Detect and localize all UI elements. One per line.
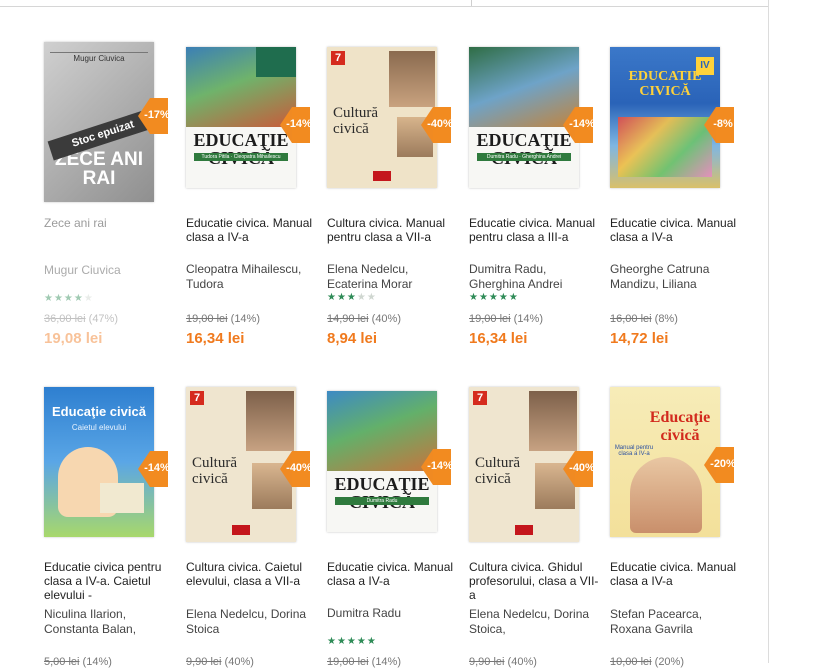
discount-ribbon: -14% xyxy=(563,107,595,143)
product-author[interactable]: Elena Nedelcu, Dorina Stoica xyxy=(186,607,321,637)
rating-stars: ★★★★★ xyxy=(327,636,377,647)
current-price: 16,34 lei xyxy=(186,330,245,347)
discount-label: -14% xyxy=(427,460,453,472)
product-author[interactable]: Niculina Ilarion, Constanta Balan, xyxy=(44,607,179,637)
old-price: 16,00 lei (8%) xyxy=(610,313,678,325)
discount-ribbon: -40% xyxy=(563,451,595,487)
product-author[interactable]: Dumitra Radu, Gherghina Andrei xyxy=(469,262,604,292)
discount-label: -40% xyxy=(569,462,595,474)
product-title[interactable]: Cultura civica. Caietul elevului, clasa … xyxy=(186,560,321,588)
top-bar xyxy=(0,0,768,7)
product-author[interactable]: Stefan Pacearca, Roxana Gavrila xyxy=(610,607,745,637)
current-price: 16,34 lei xyxy=(469,330,528,347)
old-price: 5,00 lei (14%) xyxy=(44,656,112,668)
old-price: 9,90 lei (40%) xyxy=(469,656,537,668)
current-price: 14,72 lei xyxy=(610,330,669,347)
top-bar-divider xyxy=(471,0,472,6)
discount-label: -14% xyxy=(569,118,595,130)
old-price: 19,00 lei (14%) xyxy=(186,313,260,325)
discount-ribbon: -14% xyxy=(280,107,312,143)
grade-number: 7 xyxy=(331,51,345,65)
cover-title: Educaţie civică xyxy=(52,404,146,419)
product-title[interactable]: Zece ani rai xyxy=(44,216,179,230)
discount-label: -17% xyxy=(144,109,170,121)
discount-ribbon: -14% xyxy=(138,451,170,487)
cover-sub: Dumitra Radu · Gherghina Andrei xyxy=(486,154,562,160)
old-price: 19,00 lei (14%) xyxy=(469,313,543,325)
product-title[interactable]: Cultura civica. Manual pentru clasa a VI… xyxy=(327,216,462,244)
product-title[interactable]: Educatie civica. Manual clasa a IV-a xyxy=(186,216,321,244)
product-title[interactable]: Educatie civica. Manual pentru clasa a I… xyxy=(469,216,604,244)
product-title[interactable]: Educatie civica. Manual clasa a IV-a xyxy=(327,560,462,588)
discount-label: -40% xyxy=(286,462,312,474)
grade-number: 7 xyxy=(473,391,487,405)
rating-stars: ★★★★★ xyxy=(469,292,519,303)
product-title[interactable]: Educatie civica pentru clasa a IV-a. Cai… xyxy=(44,560,179,602)
old-price: 14,90 lei (40%) xyxy=(327,313,401,325)
product-title[interactable]: Cultura civica. Ghidul profesorului, cla… xyxy=(469,560,604,602)
cover-sub: Caietul elevului xyxy=(71,423,127,432)
discount-label: -40% xyxy=(427,118,453,130)
current-price: 19,08 lei xyxy=(44,330,103,347)
cover-title: Cultură civică xyxy=(192,455,237,487)
discount-label: -14% xyxy=(286,118,312,130)
product-author[interactable]: Dumitra Radu xyxy=(327,606,462,621)
product-author[interactable]: Elena Nedelcu, Dorina Stoica, xyxy=(469,607,604,637)
cover-sub: Dumitra Radu xyxy=(366,498,398,504)
product-author[interactable]: Mugur Ciuvica xyxy=(44,263,179,278)
discount-ribbon: -17% xyxy=(138,98,170,134)
discount-label: -8% xyxy=(713,118,733,130)
rating-stars: ★★★★★ xyxy=(327,292,377,303)
grade-number: IV xyxy=(696,57,714,75)
discount-ribbon: -40% xyxy=(280,451,312,487)
discount-label: -14% xyxy=(144,462,170,474)
old-price: 19,00 lei (14%) xyxy=(327,656,401,668)
cover-sub: Tudora Pitila · Cleopatra Mihailescu xyxy=(201,154,281,160)
discount-ribbon: -14% xyxy=(421,449,453,485)
old-price: 10,00 lei (20%) xyxy=(610,656,684,668)
product-author[interactable]: Cleopatra Mihailescu, Tudora xyxy=(186,262,321,292)
product-title[interactable]: Educatie civica. Manual clasa a IV-a xyxy=(610,560,745,588)
grade-number: 7 xyxy=(190,391,204,405)
discount-ribbon: -8% xyxy=(704,107,734,143)
discount-ribbon: -20% xyxy=(704,447,736,483)
discount-ribbon: -40% xyxy=(421,107,453,143)
current-price: 8,94 lei xyxy=(327,330,378,347)
old-price: 36,00 lei (47%) xyxy=(44,313,118,325)
cover-author: Mugur Ciuvica xyxy=(73,54,125,63)
product-author[interactable]: Elena Nedelcu, Ecaterina Morar xyxy=(327,262,462,292)
product-author[interactable]: Gheorghe Catruna Mandizu, Liliana xyxy=(610,262,745,292)
cover-title: Cultură civică xyxy=(333,105,378,137)
right-border xyxy=(768,0,769,663)
old-price: 9,90 lei (40%) xyxy=(186,656,254,668)
cover-title: Cultură civică xyxy=(475,455,520,487)
discount-label: -20% xyxy=(710,458,736,470)
cover-title: Educaţie civică xyxy=(649,409,711,444)
rating-stars: ★★★★★ xyxy=(44,293,94,304)
cover-sub: Manual pentru clasa a IV-a xyxy=(614,445,654,457)
product-title[interactable]: Educatie civica. Manual clasa a IV-a xyxy=(610,216,745,244)
